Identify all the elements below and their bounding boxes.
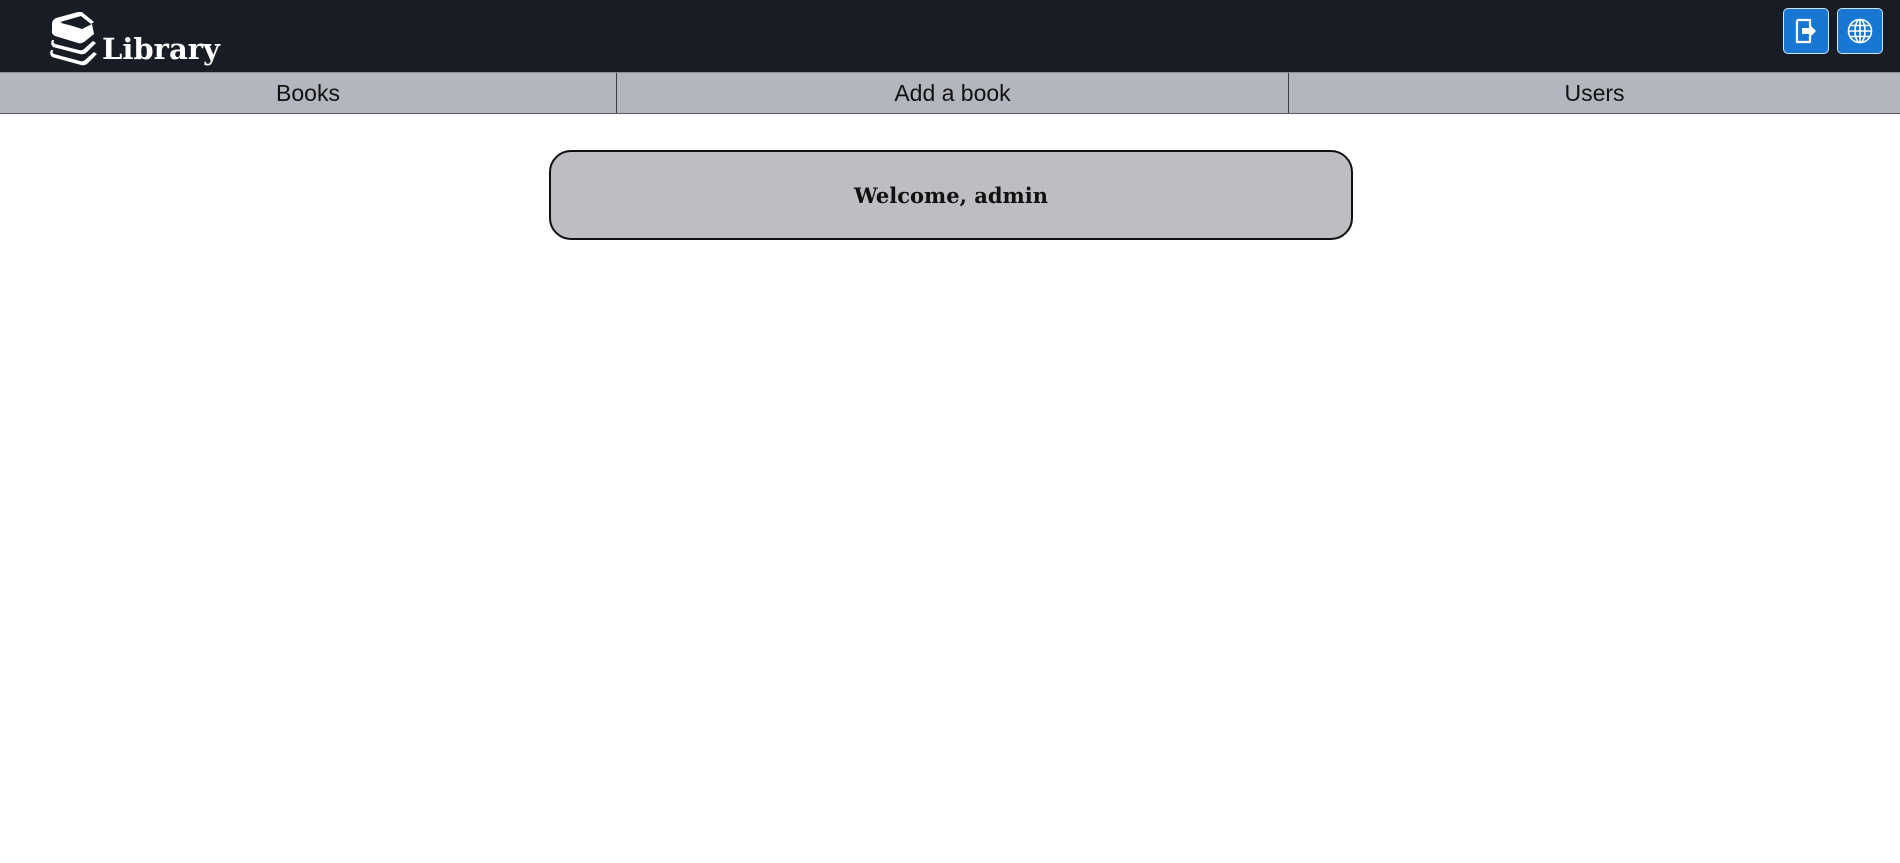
logout-button[interactable]	[1783, 8, 1829, 54]
logout-icon	[1795, 18, 1816, 44]
language-button[interactable]	[1837, 8, 1883, 54]
nav-item-books[interactable]: Books	[0, 73, 617, 113]
nav-item-add-a-book[interactable]: Add a book	[617, 73, 1289, 113]
brand[interactable]: Library	[48, 6, 220, 66]
welcome-message: Welcome, admin	[854, 182, 1048, 208]
nav-item-users[interactable]: Users	[1289, 73, 1900, 113]
books-stack-icon	[50, 12, 97, 66]
app-title: Library	[102, 32, 220, 66]
main-nav: Books Add a book Users	[0, 72, 1900, 114]
globe-icon	[1847, 18, 1873, 44]
top-actions	[1783, 8, 1883, 54]
top-bar: Library	[0, 0, 1900, 72]
welcome-card: Welcome, admin	[549, 150, 1353, 240]
